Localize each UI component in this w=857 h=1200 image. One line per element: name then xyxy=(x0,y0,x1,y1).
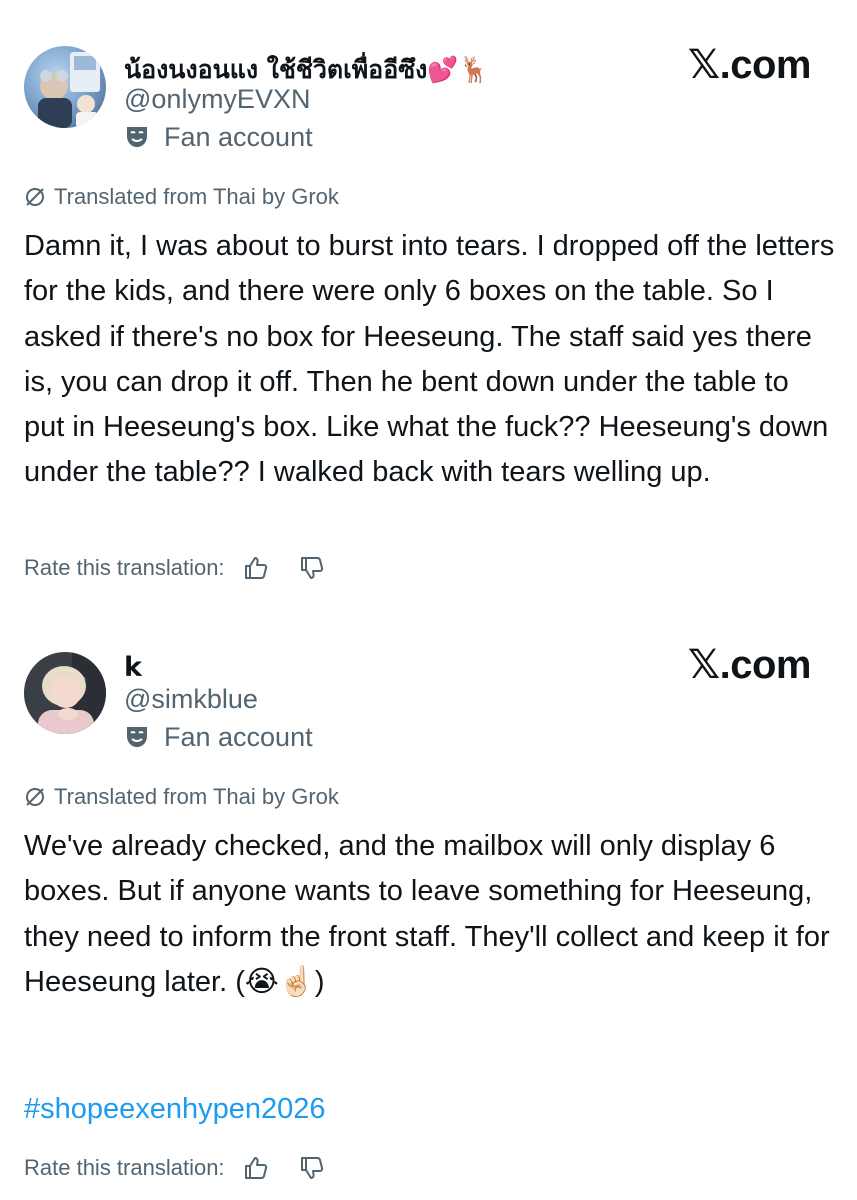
post-text: Damn it, I was about to burst into tears… xyxy=(24,230,835,489)
post-text: We've already checked, and the mailbox w… xyxy=(24,830,830,998)
fan-account-mask-icon xyxy=(127,127,147,147)
thumbs-down-icon[interactable] xyxy=(299,1155,325,1181)
rate-translation: Rate this translation: xyxy=(24,551,325,585)
user-handle[interactable]: @simkblue xyxy=(124,684,258,715)
hashtag-link[interactable]: #shopeexenhypen2026 xyxy=(24,1093,326,1126)
x-com-brand: 𝕏.com xyxy=(687,43,812,87)
rate-translation: Rate this translation: xyxy=(24,1151,325,1185)
translation-notice: Translated from Thai by Grok xyxy=(24,783,339,811)
avatar[interactable] xyxy=(24,652,106,734)
thumbs-up-icon[interactable] xyxy=(243,1155,269,1181)
thumbs-down-icon[interactable] xyxy=(299,555,325,581)
fan-account-label: Fan account xyxy=(164,121,313,152)
grok-translate-icon xyxy=(26,788,44,806)
rate-label: Rate this translation: xyxy=(24,1155,225,1180)
avatar-image xyxy=(38,52,100,128)
display-name[interactable]: k xyxy=(124,652,142,683)
fan-account-badge: Fan account xyxy=(124,120,313,154)
post-body: We've already checked, and the mailbox w… xyxy=(24,824,836,1005)
thumbs-up-icon[interactable] xyxy=(243,555,269,581)
post-body: Damn it, I was about to burst into tears… xyxy=(24,224,836,496)
fan-account-badge: Fan account xyxy=(124,720,313,754)
user-handle[interactable]: @onlymyEVXN xyxy=(124,84,310,115)
avatar-image xyxy=(24,652,106,734)
translated-label: Translated from Thai by Grok xyxy=(54,784,339,809)
fan-account-mask-icon xyxy=(127,727,147,747)
translated-label: Translated from Thai by Grok xyxy=(54,184,339,209)
grok-translate-icon xyxy=(26,188,44,206)
avatar[interactable] xyxy=(24,46,106,128)
rate-label: Rate this translation: xyxy=(24,555,225,580)
x-com-brand: 𝕏.com xyxy=(687,643,812,687)
post-card: k @simkblue Fan account 𝕏.com Translated… xyxy=(0,600,857,1200)
translation-notice: Translated from Thai by Grok xyxy=(24,183,339,211)
post-card: น้องนงอนแง ใช้ชีวิตเพื่ออีซึง💕🦌 @onlymyE… xyxy=(0,0,857,600)
fan-account-label: Fan account xyxy=(164,721,313,752)
